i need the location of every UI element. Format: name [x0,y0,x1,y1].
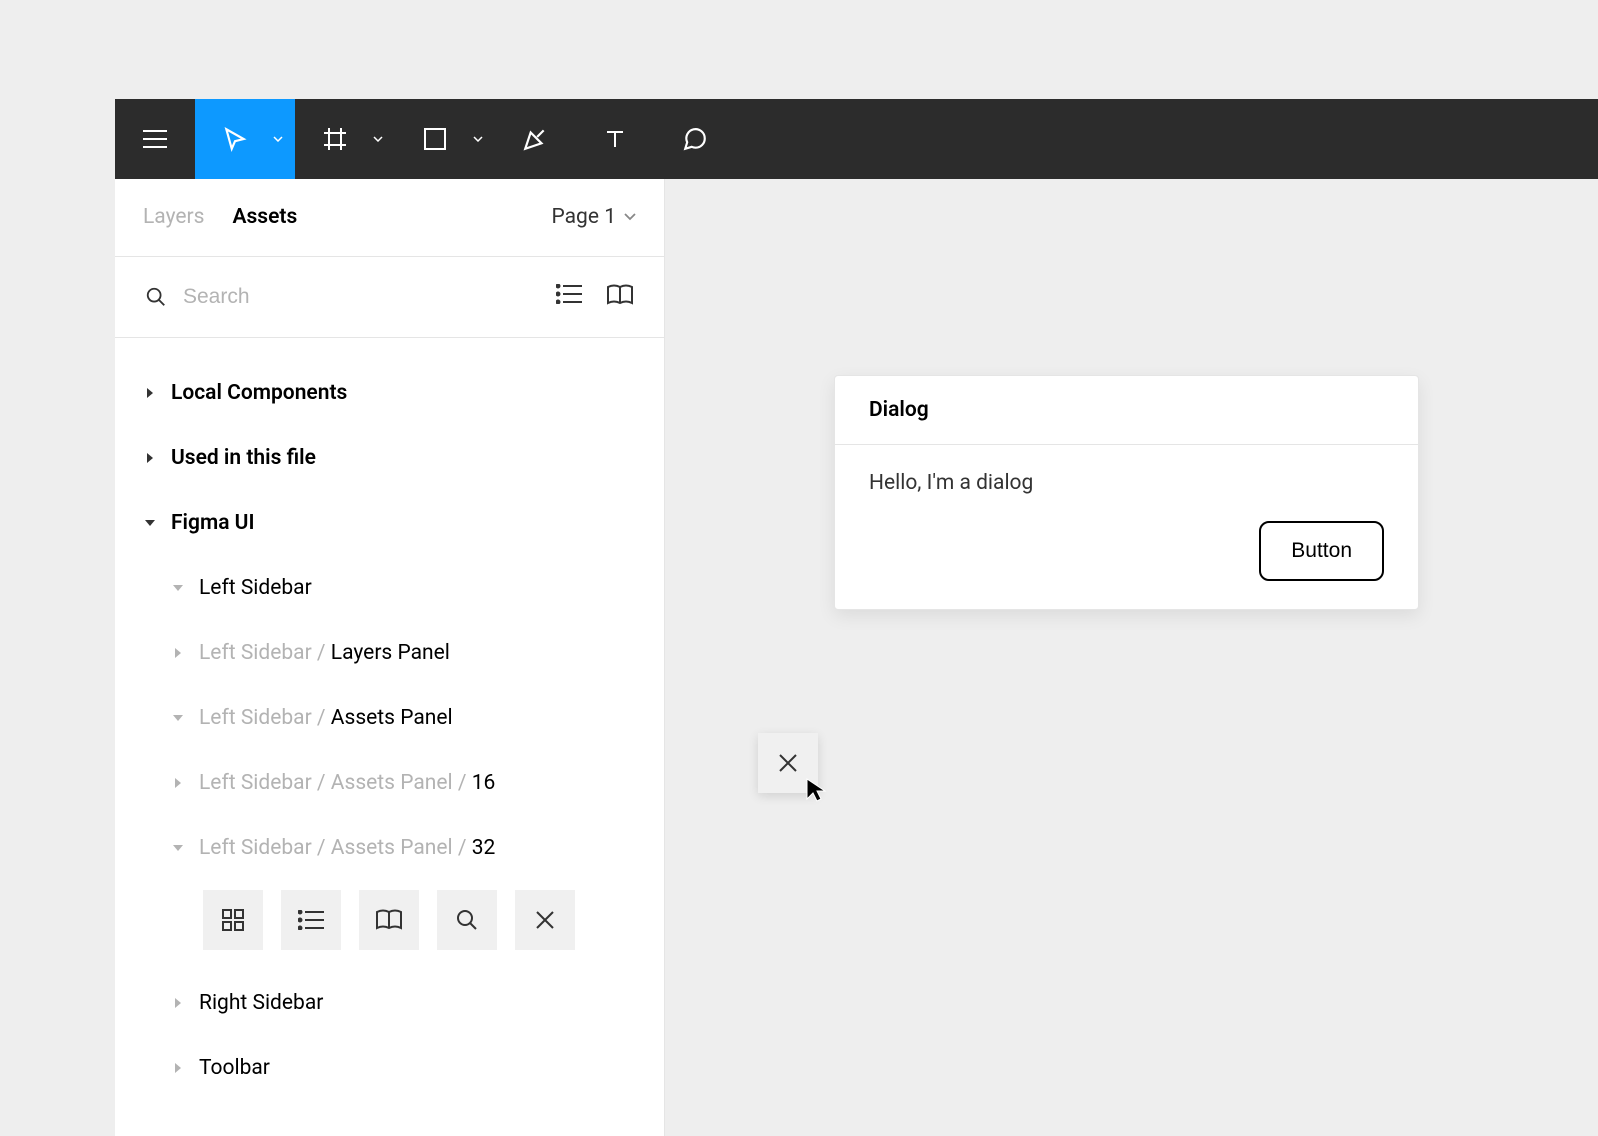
tree-section-local-components[interactable]: Local Components [115,360,664,425]
chevron-down-icon [473,136,483,142]
tree-item-assets-32[interactable]: Left Sidebar / Assets Panel / 32 [115,815,664,880]
toolbar [115,99,1598,179]
component-thumbnails [115,890,664,950]
tree-item-right-sidebar[interactable]: Right Sidebar [115,970,664,1035]
tree-item-assets-panel[interactable]: Left Sidebar / Assets Panel [115,685,664,750]
tree-label: Used in this file [171,446,316,470]
search-input[interactable] [183,285,540,309]
tree-item-left-sidebar[interactable]: Left Sidebar [115,555,664,620]
move-tool-button[interactable] [195,99,295,179]
tree-section-used-in-file[interactable]: Used in this file [115,425,664,490]
shape-tool-button[interactable] [395,99,495,179]
search-row [115,257,664,339]
thumb-list-icon[interactable] [281,890,341,950]
thumb-search-icon[interactable] [437,890,497,950]
tree-label: Figma UI [171,511,255,535]
comment-tool-button[interactable] [655,99,735,179]
page-label: Page 1 [552,205,617,229]
dialog-component[interactable]: Dialog Hello, I'm a dialog Button [834,375,1419,610]
thumb-book-icon[interactable] [359,890,419,950]
frame-tool-button[interactable] [295,99,395,179]
caret-down-icon [171,843,185,853]
dialog-button[interactable]: Button [1259,521,1384,581]
tab-layers[interactable]: Layers [143,205,204,229]
menu-button[interactable] [115,99,195,179]
thumb-grid-icon[interactable] [203,890,263,950]
tree-section-figma-ui[interactable]: Figma UI [115,490,664,555]
tree-label: Left Sidebar / Assets Panel [199,706,453,730]
thumb-close-icon[interactable] [515,890,575,950]
assets-tree: Local Components Used in this file Figma… [115,338,664,1136]
search-icon [145,286,167,308]
caret-down-icon [171,583,185,593]
left-sidebar: Layers Assets Page 1 Local Comp [115,179,665,1136]
caret-right-icon [171,997,185,1009]
dialog-body-text: Hello, I'm a dialog [835,445,1418,521]
pen-tool-button[interactable] [495,99,575,179]
tree-label: Left Sidebar [199,576,312,600]
text-tool-button[interactable] [575,99,655,179]
list-view-icon[interactable] [556,284,582,310]
tree-label: Local Components [171,381,347,405]
caret-down-icon [143,518,157,528]
sidebar-tabs: Layers Assets Page 1 [115,179,664,257]
tree-item-layers-panel[interactable]: Left Sidebar / Layers Panel [115,620,664,685]
book-icon[interactable] [606,284,634,310]
cursor-icon [805,777,827,807]
canvas[interactable]: Dialog Hello, I'm a dialog Button [665,179,1598,1136]
caret-right-icon [143,387,157,399]
dialog-title: Dialog [835,376,1418,445]
tree-label: Left Sidebar / Layers Panel [199,641,450,665]
tree-label: Left Sidebar / Assets Panel / 16 [199,771,495,795]
chevron-down-icon [373,136,383,142]
tree-label: Left Sidebar / Assets Panel / 32 [199,836,495,860]
tree-item-assets-16[interactable]: Left Sidebar / Assets Panel / 16 [115,750,664,815]
caret-right-icon [143,452,157,464]
tree-label: Toolbar [199,1056,270,1080]
caret-right-icon [171,647,185,659]
caret-right-icon [171,777,185,789]
chevron-down-icon [624,213,636,221]
page-switcher[interactable]: Page 1 [552,205,637,229]
tab-assets[interactable]: Assets [232,205,297,229]
caret-down-icon [171,713,185,723]
chevron-down-icon [273,136,283,142]
tree-item-toolbar[interactable]: Toolbar [115,1035,664,1100]
tree-label: Right Sidebar [199,991,323,1015]
caret-right-icon [171,1062,185,1074]
